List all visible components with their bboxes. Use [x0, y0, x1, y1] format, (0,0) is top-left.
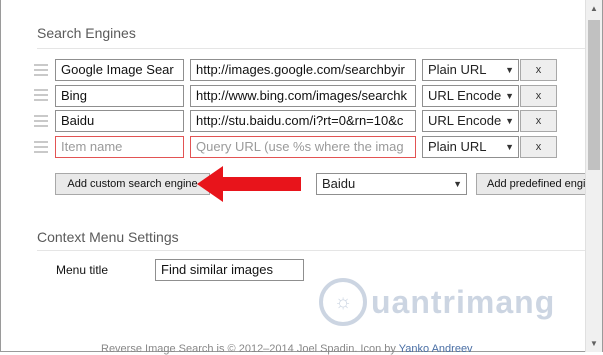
new-engine-name-input[interactable]: Item name: [55, 136, 184, 158]
engine-name-field[interactable]: Google Image Sear: [55, 59, 184, 81]
engine-name-field[interactable]: Baidu: [55, 110, 184, 132]
chevron-down-icon: ▼: [505, 91, 514, 101]
scrollbar[interactable]: ▲ ▼: [585, 0, 602, 352]
remove-engine-button[interactable]: x: [520, 59, 557, 81]
engine-url-field[interactable]: http://images.google.com/searchbyir: [190, 59, 416, 81]
chevron-down-icon: ▼: [505, 65, 514, 75]
add-custom-engine-button[interactable]: Add custom search engine: [55, 173, 210, 195]
new-engine-url-input[interactable]: Query URL (use %s where the imag: [190, 136, 416, 158]
red-arrow-icon: [197, 166, 301, 202]
add-predefined-engine-button[interactable]: Add predefined engin: [476, 173, 587, 195]
section-divider: [37, 48, 585, 49]
engine-name-field[interactable]: Bing: [55, 85, 184, 107]
engine-url-field[interactable]: http://www.bing.com/images/searchk: [190, 85, 416, 107]
drag-handle-icon[interactable]: [34, 115, 48, 128]
drag-handle-icon[interactable]: [34, 89, 48, 102]
footer-text: Reverse Image Search is © 2012–2014 Joel…: [101, 343, 399, 355]
remove-engine-button[interactable]: x: [520, 85, 557, 107]
author-link[interactable]: Yanko Andreev: [399, 343, 473, 355]
chevron-down-icon: ▼: [505, 116, 514, 126]
encoding-value: Plain URL: [428, 62, 487, 77]
encoding-value: URL Encode: [428, 88, 502, 103]
drag-handle-icon[interactable]: [34, 64, 48, 77]
chevron-down-icon: ▼: [505, 142, 514, 152]
predefined-engine-value: Baidu: [322, 176, 356, 191]
context-menu-title: Context Menu Settings: [37, 229, 179, 245]
footer: Reverse Image Search is © 2012–2014 Joel…: [101, 343, 473, 355]
watermark: ☼ uantrimang: [319, 278, 555, 326]
options-page: Search Engines Google Image Sear http://…: [0, 0, 603, 355]
remove-engine-button[interactable]: x: [520, 136, 557, 158]
scroll-up-arrow-icon[interactable]: ▲: [586, 0, 602, 17]
encoding-select[interactable]: Plain URL ▼: [422, 59, 519, 81]
chevron-down-icon: ▼: [453, 179, 462, 189]
predefined-engine-select[interactable]: Baidu ▼: [316, 173, 467, 195]
menu-title-field[interactable]: Find similar images: [155, 259, 304, 281]
encoding-select[interactable]: URL Encode ▼: [422, 110, 519, 132]
encoding-value: Plain URL: [428, 139, 487, 154]
encoding-select[interactable]: URL Encode ▼: [422, 85, 519, 107]
drag-handle-icon[interactable]: [34, 141, 48, 154]
watermark-text: uantrimang: [371, 283, 556, 320]
remove-engine-button[interactable]: x: [520, 110, 557, 132]
search-engines-title: Search Engines: [37, 25, 136, 41]
lightbulb-icon: ☼: [319, 278, 367, 326]
section-divider: [37, 250, 585, 251]
engine-url-field[interactable]: http://stu.baidu.com/i?rt=0&rn=10&c: [190, 110, 416, 132]
scroll-down-arrow-icon[interactable]: ▼: [586, 335, 602, 352]
encoding-select[interactable]: Plain URL ▼: [422, 136, 519, 158]
scroll-thumb[interactable]: [588, 20, 600, 170]
encoding-value: URL Encode: [428, 113, 502, 128]
menu-title-label: Menu title: [56, 263, 109, 277]
